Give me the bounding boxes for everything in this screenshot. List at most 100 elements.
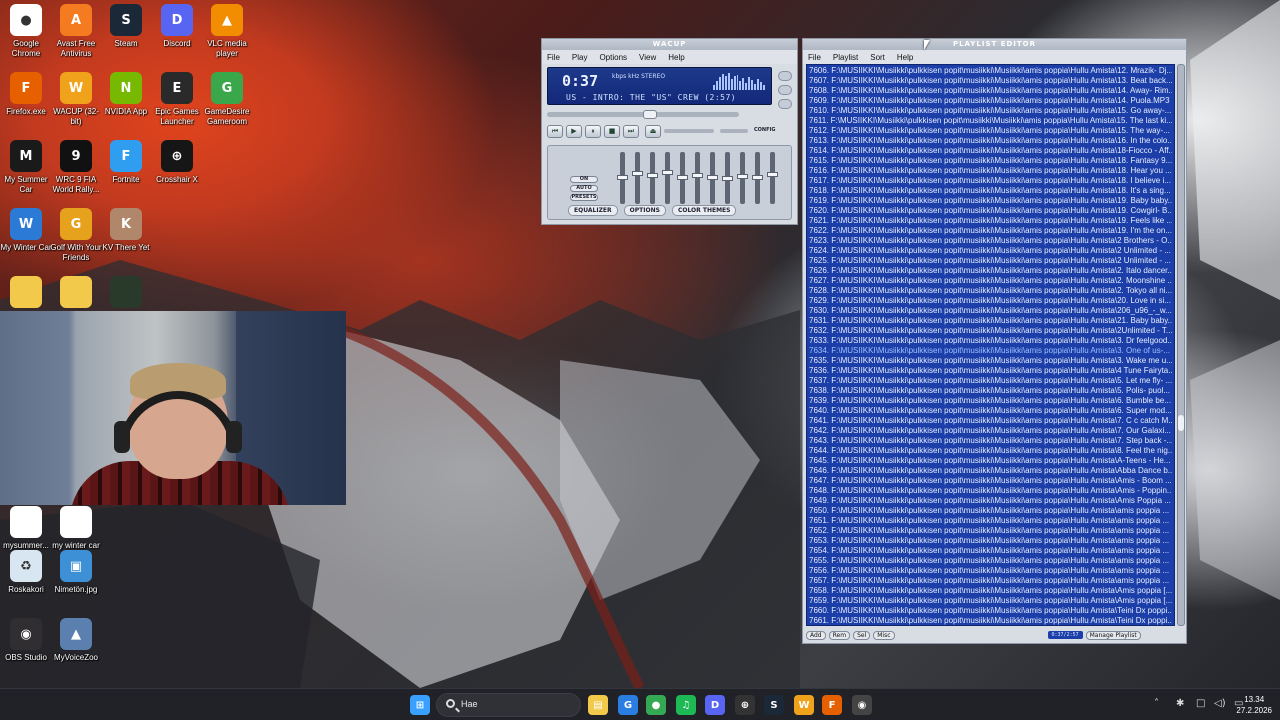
eq-band-slider[interactable] — [767, 152, 778, 204]
show-hidden-icons[interactable]: ˄ — [1154, 698, 1159, 709]
desktop-icon-folder1[interactable] — [0, 276, 52, 311]
volume-icon[interactable]: ◁) — [1214, 698, 1226, 709]
playlist-menu-help[interactable]: Help — [897, 53, 913, 62]
eq-band-knob[interactable] — [737, 174, 748, 179]
playlist-row[interactable]: 7660. F:\MUSIIKKI\Musiikki\pulkkisen pop… — [809, 606, 1172, 616]
playlist-row[interactable]: 7610. F:\MUSIIKKI\Musiikki\pulkkisen pop… — [809, 106, 1172, 116]
eq-band-slider[interactable] — [632, 152, 643, 204]
taskbar-obs-icon[interactable]: ◉ — [852, 695, 872, 715]
desktop-icon-kvthereyet[interactable]: K KV There Yet — [100, 208, 152, 253]
eq-band-knob[interactable] — [722, 176, 733, 181]
desktop-icon-discord[interactable]: D Discord — [151, 4, 203, 49]
desktop-icon-nvidia[interactable]: N NVIDIA App — [100, 72, 152, 117]
eq-on-button[interactable]: ON — [570, 176, 598, 183]
playlist-row[interactable]: 7624. F:\MUSIIKKI\Musiikki\pulkkisen pop… — [809, 246, 1172, 256]
playlist-row[interactable]: 7630. F:\MUSIIKKI\Musiikki\pulkkisen pop… — [809, 306, 1172, 316]
eq-band-slider[interactable] — [677, 152, 688, 204]
play-button[interactable]: ▶ — [566, 125, 582, 138]
playlist-row[interactable]: 7651. F:\MUSIIKKI\Musiikki\pulkkisen pop… — [809, 516, 1172, 526]
playlist-row[interactable]: 7653. F:\MUSIIKKI\Musiikki\pulkkisen pop… — [809, 536, 1172, 546]
playlist-menu-file[interactable]: File — [808, 53, 821, 62]
wacup-menu-view[interactable]: View — [639, 53, 656, 62]
desktop-icon-folder2[interactable] — [50, 276, 102, 311]
playlist-row[interactable]: 7631. F:\MUSIIKKI\Musiikki\pulkkisen pop… — [809, 316, 1172, 326]
playlist-row[interactable]: 7638. F:\MUSIIKKI\Musiikki\pulkkisen pop… — [809, 386, 1172, 396]
desktop-icon-gamedesire[interactable]: G GameDesire Gameroom — [201, 72, 253, 127]
pause-button[interactable]: ⏸ — [585, 125, 601, 138]
eq-auto-button[interactable]: AUTO — [570, 185, 598, 192]
playlist-row[interactable]: 7636. F:\MUSIIKKI\Musiikki\pulkkisen pop… — [809, 366, 1172, 376]
desktop-icon-mysummersave[interactable]: mysummer... — [0, 506, 52, 551]
eq-toggle[interactable] — [778, 99, 792, 109]
desktop-icon-wacup[interactable]: W WACUP (32-bit) — [50, 72, 102, 127]
taskbar-start-icon[interactable]: ⊞ — [410, 695, 430, 715]
playlist-row[interactable]: 7614. F:\MUSIIKKI\Musiikki\pulkkisen pop… — [809, 146, 1172, 156]
taskbar-wacup-icon[interactable]: W — [794, 695, 814, 715]
desktop-icon-chrome[interactable]: ● Google Chrome — [0, 4, 52, 59]
playlist-row[interactable]: 7622. F:\MUSIIKKI\Musiikki\pulkkisen pop… — [809, 226, 1172, 236]
playlist-row[interactable]: 7626. F:\MUSIIKKI\Musiikki\pulkkisen pop… — [809, 266, 1172, 276]
playlist-row[interactable]: 7646. F:\MUSIIKKI\Musiikki\pulkkisen pop… — [809, 466, 1172, 476]
playlist-row[interactable]: 7661. F:\MUSIIKKI\Musiikki\pulkkisen pop… — [809, 616, 1172, 625]
elapsed-time[interactable]: 0:37 — [562, 72, 598, 90]
manage-playlist-button[interactable]: Manage Playlist — [1085, 630, 1141, 640]
eq-band-slider[interactable] — [692, 152, 703, 204]
playlist-row[interactable]: 7645. F:\MUSIIKKI\Musiikki\pulkkisen pop… — [809, 456, 1172, 466]
playlist-menu-playlist[interactable]: Playlist — [833, 53, 858, 62]
playlist-titlebar[interactable]: PLAYLIST EDITOR — [803, 39, 1186, 50]
eq-band-knob[interactable] — [707, 175, 718, 180]
playlist-row[interactable]: 7606. F:\MUSIIKKI\Musiikki\pulkkisen pop… — [809, 66, 1172, 76]
taskbar-spotify-icon[interactable]: ♫ — [676, 695, 696, 715]
playlist-row[interactable]: 7625. F:\MUSIIKKI\Musiikki\pulkkisen pop… — [809, 256, 1172, 266]
taskbar-discord-icon[interactable]: D — [705, 695, 725, 715]
desktop-icon-recycle[interactable]: ♻ Roskakori — [0, 550, 52, 595]
playlist-scrollbar[interactable] — [1177, 64, 1185, 626]
playlist-row[interactable]: 7611. F:\MUSIIKKI\Musiikki\pulkkisen pop… — [809, 116, 1172, 126]
playlist-row[interactable]: 7637. F:\MUSIIKKI\Musiikki\pulkkisen pop… — [809, 376, 1172, 386]
stop-button[interactable]: ■ — [604, 125, 620, 138]
eq-band-slider[interactable] — [737, 152, 748, 204]
playlist-menu-sort[interactable]: Sort — [870, 53, 885, 62]
playlist-row[interactable]: 7633. F:\MUSIIKKI\Musiikki\pulkkisen pop… — [809, 336, 1172, 346]
add-button[interactable]: Add — [806, 630, 826, 640]
playlist-row[interactable]: 7655. F:\MUSIIKKI\Musiikki\pulkkisen pop… — [809, 556, 1172, 566]
eq-band-slider[interactable] — [722, 152, 733, 204]
eq-band-slider[interactable] — [707, 152, 718, 204]
playlist-row[interactable]: 7644. F:\MUSIIKKI\Musiikki\pulkkisen pop… — [809, 446, 1172, 456]
tab-equalizer[interactable]: EQUALIZER — [568, 205, 618, 216]
playlist-row[interactable]: 7612. F:\MUSIIKKI\Musiikki\pulkkisen pop… — [809, 126, 1172, 136]
playlist-row[interactable]: 7615. F:\MUSIIKKI\Musiikki\pulkkisen pop… — [809, 156, 1172, 166]
taskbar-clock[interactable]: 13.34 27.2.2026 — [1236, 694, 1272, 716]
wacup-menu-help[interactable]: Help — [668, 53, 684, 62]
taskbar-search-box[interactable]: Hae — [436, 693, 581, 717]
playlist-row[interactable]: 7618. F:\MUSIIKKI\Musiikki\pulkkisen pop… — [809, 186, 1172, 196]
remove-button[interactable]: Rem — [828, 630, 851, 640]
playlist-row[interactable]: 7613. F:\MUSIIKKI\Musiikki\pulkkisen pop… — [809, 136, 1172, 146]
playlist-row[interactable]: 7627. F:\MUSIIKKI\Musiikki\pulkkisen pop… — [809, 276, 1172, 286]
eq-presets-button[interactable]: PRESETS — [570, 194, 598, 201]
playlist-row[interactable]: 7634. F:\MUSIIKKI\Musiikki\pulkkisen pop… — [809, 346, 1172, 356]
playlist-row[interactable]: 7619. F:\MUSIIKKI\Musiikki\pulkkisen pop… — [809, 196, 1172, 206]
desktop-icon-steam[interactable]: S Steam — [100, 4, 152, 49]
desktop-icon-shortcut[interactable] — [100, 276, 152, 311]
wacup-menu-file[interactable]: File — [547, 53, 560, 62]
playlist-row[interactable]: 7650. F:\MUSIIKKI\Musiikki\pulkkisen pop… — [809, 506, 1172, 516]
seek-knob[interactable] — [643, 110, 657, 119]
playlist-row[interactable]: 7616. F:\MUSIIKKI\Musiikki\pulkkisen pop… — [809, 166, 1172, 176]
playlist-row[interactable]: 7657. F:\MUSIIKKI\Musiikki\pulkkisen pop… — [809, 576, 1172, 586]
playlist-row[interactable]: 7632. F:\MUSIIKKI\Musiikki\pulkkisen pop… — [809, 326, 1172, 336]
playlist-row[interactable]: 7652. F:\MUSIIKKI\Musiikki\pulkkisen pop… — [809, 526, 1172, 536]
misc-button[interactable]: Misc — [873, 630, 895, 640]
desktop-icon-firefox[interactable]: F Firefox.exe — [0, 72, 52, 117]
taskbar-chrome-icon[interactable]: ● — [646, 695, 666, 715]
tab-options[interactable]: OPTIONS — [623, 205, 666, 216]
desktop-icon-wrc9[interactable]: 9 WRC 9 FIA World Rally... — [50, 140, 102, 195]
config-label[interactable]: CONFIG — [754, 127, 775, 133]
wacup-menu-play[interactable]: Play — [572, 53, 588, 62]
playlist-row[interactable]: 7629. F:\MUSIIKKI\Musiikki\pulkkisen pop… — [809, 296, 1172, 306]
eq-band-knob[interactable] — [662, 170, 673, 175]
playlist-row[interactable]: 7617. F:\MUSIIKKI\Musiikki\pulkkisen pop… — [809, 176, 1172, 186]
taskbar-crosshair-icon[interactable]: ⊕ — [735, 695, 755, 715]
shuffle-toggle[interactable] — [778, 71, 792, 81]
playlist-row[interactable]: 7659. F:\MUSIIKKI\Musiikki\pulkkisen pop… — [809, 596, 1172, 606]
